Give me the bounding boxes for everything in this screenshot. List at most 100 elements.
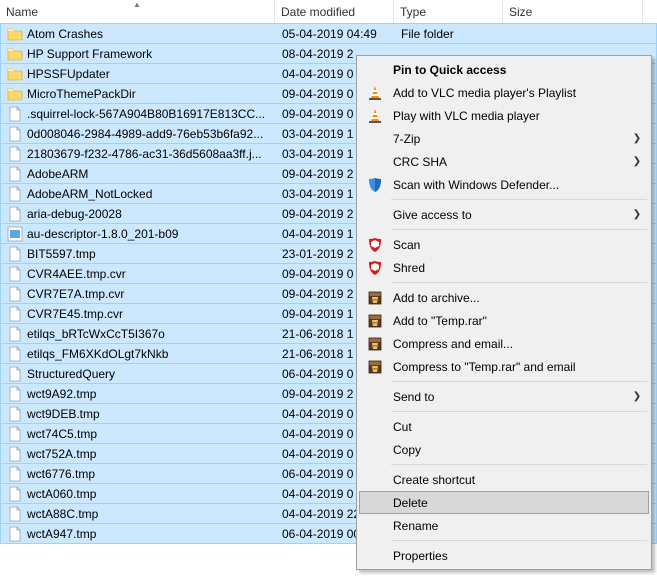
- file-date: 09-04-2019 0: [282, 87, 353, 101]
- menu-item[interactable]: Create shortcut: [359, 468, 649, 491]
- file-date: 09-04-2019 2: [282, 167, 353, 181]
- file-date: 06-04-2019 0: [282, 367, 353, 381]
- file-date: 09-04-2019 2: [282, 207, 353, 221]
- file-date: 03-04-2019 1: [282, 187, 353, 201]
- column-header-name[interactable]: ▲ Name: [0, 0, 275, 23]
- mcafee-icon: [367, 260, 383, 276]
- menu-item-label: Compress to "Temp.rar" and email: [389, 360, 629, 374]
- vlc-icon: [367, 85, 383, 101]
- menu-item[interactable]: Add to "Temp.rar": [359, 309, 649, 332]
- menu-item[interactable]: 7-Zip ❯: [359, 127, 649, 150]
- menu-item[interactable]: Scan: [359, 233, 649, 256]
- submenu-arrow-icon: ❯: [629, 133, 645, 144]
- folder-icon: [7, 86, 23, 102]
- blank-icon: [367, 472, 383, 488]
- menu-item[interactable]: Pin to Quick access: [359, 58, 649, 81]
- menu-item[interactable]: Rename: [359, 514, 649, 537]
- file-date: 09-04-2019 2: [282, 387, 353, 401]
- file-name: au-descriptor-1.8.0_201-b09: [27, 227, 178, 241]
- file-date: 04-04-2019 0: [282, 487, 353, 501]
- menu-item-label: Give access to: [389, 208, 629, 222]
- menu-item[interactable]: Scan with Windows Defender...: [359, 173, 649, 196]
- menu-item[interactable]: CRC SHA ❯: [359, 150, 649, 173]
- file-name: 21803679-f232-4786-ac31-36d5608aa3ff.j..…: [27, 147, 262, 161]
- file-icon: [7, 306, 23, 322]
- mcafee-icon: [367, 237, 383, 253]
- menu-item[interactable]: Add to VLC media player's Playlist: [359, 81, 649, 104]
- menu-item[interactable]: Shred: [359, 256, 649, 279]
- file-name: CVR4AEE.tmp.cvr: [27, 267, 126, 281]
- file-icon: [7, 486, 23, 502]
- sort-ascending-icon: ▲: [133, 0, 141, 9]
- menu-item[interactable]: Cut: [359, 415, 649, 438]
- file-icon: [7, 326, 23, 342]
- menu-separator: [391, 282, 647, 283]
- menu-item[interactable]: Compress and email...: [359, 332, 649, 355]
- file-name: wct9A92.tmp: [27, 387, 96, 401]
- menu-separator: [391, 381, 647, 382]
- context-menu: Pin to Quick access Add to VLC media pla…: [356, 55, 652, 570]
- menu-item-label: Play with VLC media player: [389, 109, 629, 123]
- file-icon: [7, 446, 23, 462]
- menu-item[interactable]: Play with VLC media player: [359, 104, 649, 127]
- file-icon: [7, 246, 23, 262]
- file-name: etilqs_FM6XKdOLgt7kNkb: [27, 347, 168, 361]
- menu-item[interactable]: Delete: [359, 491, 649, 514]
- menu-item[interactable]: Copy: [359, 438, 649, 461]
- menu-item-label: Rename: [389, 519, 629, 533]
- folder-icon: [7, 46, 23, 62]
- menu-item-label: Cut: [389, 420, 629, 434]
- file-name: CVR7E7A.tmp.cvr: [27, 287, 124, 301]
- file-row[interactable]: Atom Crashes 05-04-2019 04:49 File folde…: [0, 23, 657, 44]
- menu-item-label: Scan: [389, 238, 629, 252]
- blank-icon: [367, 442, 383, 458]
- file-date: 09-04-2019 1: [282, 307, 353, 321]
- blank-icon: [367, 518, 383, 534]
- menu-item[interactable]: Properties: [359, 544, 649, 567]
- menu-item[interactable]: Send to ❯: [359, 385, 649, 408]
- file-date: 04-04-2019 0: [282, 407, 353, 421]
- winrar-icon: [367, 336, 383, 352]
- file-name: wctA060.tmp: [27, 487, 96, 501]
- column-header-size[interactable]: Size: [503, 0, 643, 23]
- file-date: 09-04-2019 0: [282, 267, 353, 281]
- menu-item-label: Add to VLC media player's Playlist: [389, 86, 629, 100]
- file-icon: [7, 386, 23, 402]
- menu-separator: [391, 199, 647, 200]
- column-header-type[interactable]: Type: [394, 0, 503, 23]
- blank-icon: [367, 495, 383, 511]
- vlc-icon: [367, 108, 383, 124]
- menu-item[interactable]: Give access to ❯: [359, 203, 649, 226]
- menu-separator: [391, 229, 647, 230]
- blank-icon: [367, 207, 383, 223]
- defender-icon: [367, 177, 383, 193]
- folder-icon: [7, 26, 23, 42]
- menu-separator: [391, 411, 647, 412]
- column-header-date[interactable]: Date modified: [275, 0, 394, 23]
- file-date: 03-04-2019 1: [282, 127, 353, 141]
- menu-item[interactable]: Add to archive...: [359, 286, 649, 309]
- file-date: 21-06-2018 1: [282, 327, 353, 341]
- menu-separator: [391, 540, 647, 541]
- blank-icon: [367, 154, 383, 170]
- file-date: 21-06-2018 1: [282, 347, 353, 361]
- folder-icon: [7, 66, 23, 82]
- menu-item-label: CRC SHA: [389, 155, 629, 169]
- menu-item-label: Compress and email...: [389, 337, 629, 351]
- file-date: 09-04-2019 2: [282, 287, 353, 301]
- file-name: etilqs_bRTcWxCcT5I367o: [27, 327, 165, 341]
- file-date: 06-04-2019 0: [282, 467, 353, 481]
- file-name: wct74C5.tmp: [27, 427, 97, 441]
- file-icon: [7, 366, 23, 382]
- file-icon: [7, 506, 23, 522]
- file-name: StructuredQuery: [27, 367, 115, 381]
- menu-item-label: Pin to Quick access: [389, 63, 629, 77]
- file-name: wct752A.tmp: [27, 447, 96, 461]
- file-icon: [7, 266, 23, 282]
- file-date: 04-04-2019 0: [282, 447, 353, 461]
- file-name: HP Support Framework: [27, 47, 152, 61]
- file-icon: [7, 146, 23, 162]
- winrar-icon: [367, 313, 383, 329]
- file-icon: [7, 466, 23, 482]
- menu-item[interactable]: Compress to "Temp.rar" and email: [359, 355, 649, 378]
